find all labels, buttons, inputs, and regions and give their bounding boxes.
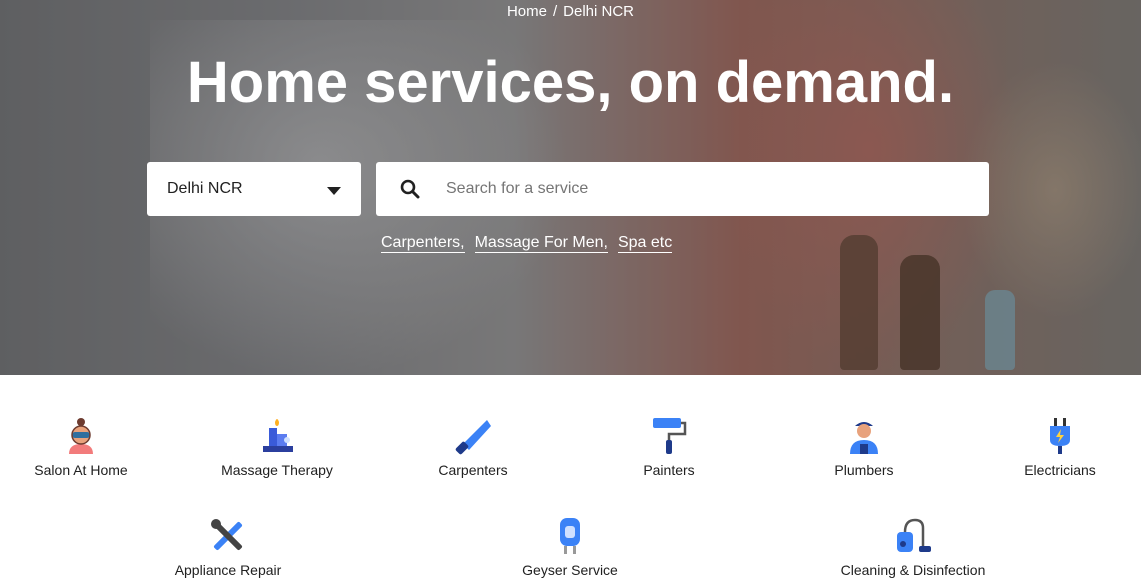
breadcrumb-home-link[interactable]: Home (507, 2, 547, 22)
category-label: Appliance Repair (174, 562, 282, 578)
chevron-down-icon (327, 187, 341, 195)
category-massage-therapy[interactable]: Massage Therapy (187, 416, 367, 478)
category-label: Carpenters (438, 462, 508, 478)
vacuum-icon (897, 518, 931, 552)
plug-icon (1050, 418, 1070, 454)
breadcrumb-current: Delhi NCR (563, 3, 635, 20)
category-label: Massage Therapy (221, 462, 333, 478)
suggestion-link[interactable]: Spa etc (617, 234, 673, 253)
category-appliance-repair[interactable]: Appliance Repair (138, 516, 318, 578)
suggestion-link[interactable]: Massage For Men, (474, 234, 608, 253)
saw-icon (455, 420, 491, 455)
category-carpenters[interactable]: Carpenters (383, 416, 563, 478)
category-plumbers[interactable]: Plumbers (774, 416, 954, 478)
category-cleaning-disinfection[interactable]: Cleaning & Disinfection (823, 516, 1003, 578)
page-title: Home services, on demand. (186, 50, 955, 115)
category-label: Cleaning & Disinfection (840, 562, 986, 578)
tools-icon (211, 519, 243, 551)
plumber-icon (850, 422, 878, 454)
hero-banner: Home / Delhi NCR Home services, on demand.… (0, 0, 1141, 375)
breadcrumb-separator: / (552, 3, 558, 20)
search-icon (376, 179, 444, 199)
candle-icon (263, 419, 293, 452)
category-painters[interactable]: Painters (579, 416, 759, 478)
service-categories: Salon At Home Massage Therapy Carpenters… (0, 375, 1141, 586)
geyser-icon (560, 518, 580, 554)
city-select-value: Delhi NCR (167, 180, 243, 197)
salon-icon (69, 418, 93, 454)
category-label: Electricians (1024, 462, 1096, 478)
search-input[interactable] (444, 179, 968, 199)
category-label: Plumbers (834, 462, 894, 478)
suggestion-link[interactable]: Carpenters, (381, 234, 465, 253)
search-box[interactable] (376, 162, 989, 216)
city-select[interactable]: Delhi NCR (147, 162, 361, 216)
category-salon-at-home[interactable]: Salon At Home (0, 416, 171, 478)
category-electricians[interactable]: Electricians (970, 416, 1141, 478)
search-suggestions: Carpenters, Massage For Men, Spa etc (381, 232, 682, 254)
category-geyser-service[interactable]: Geyser Service (480, 516, 660, 578)
category-label: Painters (643, 462, 695, 478)
category-label: Geyser Service (522, 562, 618, 578)
paint-roller-icon (653, 418, 687, 454)
category-label: Salon At Home (34, 462, 128, 478)
breadcrumb: Home / Delhi NCR (0, 2, 1141, 22)
